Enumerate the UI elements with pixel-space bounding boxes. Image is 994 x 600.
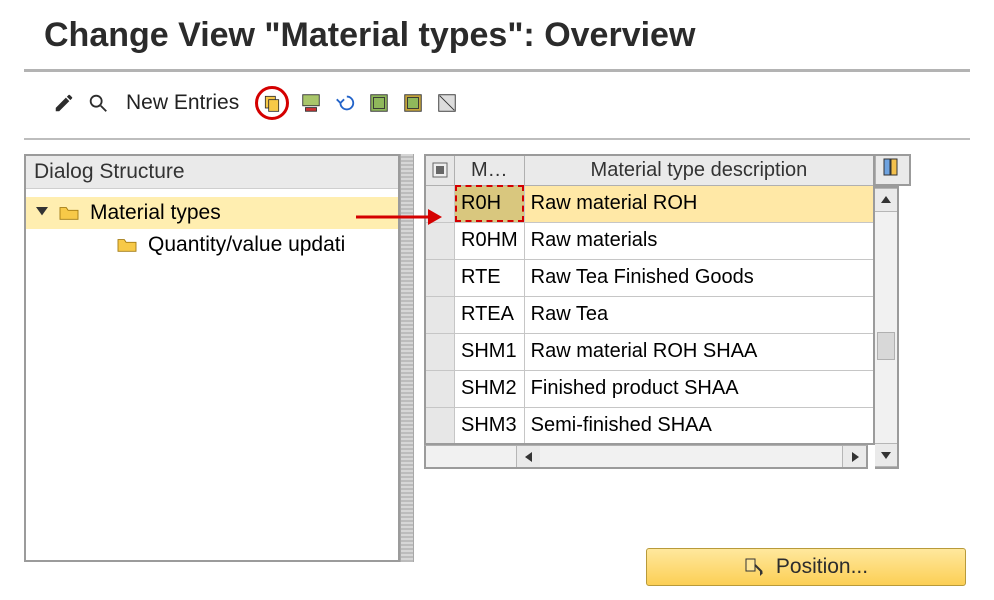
row-selector[interactable]	[425, 407, 455, 444]
cell-mtype-code[interactable]: R0HM	[455, 222, 525, 259]
horizontal-scrollbar[interactable]	[424, 445, 868, 469]
row-selector[interactable]	[425, 259, 455, 296]
table-row[interactable]: R0HRaw material ROH	[425, 185, 874, 222]
row-selector[interactable]	[425, 185, 455, 222]
position-icon	[744, 557, 764, 577]
scroll-left-button[interactable]	[516, 446, 540, 467]
deselect-all-icon	[436, 92, 458, 114]
tree-item-quantity-value[interactable]: Quantity/value updati	[26, 229, 398, 261]
configure-columns-button[interactable]	[876, 155, 910, 185]
undo-button[interactable]	[333, 91, 357, 115]
folder-open-icon	[58, 204, 80, 222]
select-block-button[interactable]	[401, 91, 425, 115]
select-block-icon	[402, 92, 424, 114]
scroll-down-button[interactable]	[875, 443, 897, 467]
column-header-code[interactable]: M…	[455, 155, 525, 185]
select-all-button[interactable]	[367, 91, 391, 115]
select-all-rows-header[interactable]	[425, 155, 455, 185]
tree-item-label: Quantity/value updati	[148, 233, 345, 257]
tree-item-label: Material types	[90, 201, 221, 225]
folder-icon	[116, 236, 138, 254]
position-button[interactable]: Position...	[646, 548, 966, 586]
triangle-up-icon	[881, 195, 891, 205]
hscroll-track[interactable]	[540, 446, 842, 467]
magnifier-icon	[87, 92, 109, 114]
row-selector[interactable]	[425, 370, 455, 407]
vscroll-thumb[interactable]	[877, 332, 895, 360]
details-button[interactable]	[86, 91, 110, 115]
cell-mtype-code[interactable]: SHM1	[455, 333, 525, 370]
scroll-up-button[interactable]	[875, 188, 897, 212]
splitter[interactable]	[400, 154, 414, 562]
cell-mtype-code[interactable]: R0H	[455, 185, 525, 222]
column-header-description[interactable]: Material type description	[524, 155, 874, 185]
configure-columns-icon	[883, 158, 901, 176]
cell-mtype-description[interactable]: Finished product SHAA	[524, 370, 874, 407]
toggle-display-change-button[interactable]	[52, 91, 76, 115]
table-row[interactable]: R0HMRaw materials	[425, 222, 874, 259]
tree-item-material-types[interactable]: Material types	[26, 197, 398, 229]
annotation-copy-highlight	[255, 86, 289, 120]
dialog-structure-panel: Dialog Structure Material types Quantity…	[24, 154, 400, 562]
cell-mtype-description[interactable]: Raw Tea Finished Goods	[524, 259, 874, 296]
pencil-glasses-icon	[53, 92, 75, 114]
vscroll-track[interactable]	[875, 212, 897, 443]
cell-mtype-description[interactable]: Raw material ROH SHAA	[524, 333, 874, 370]
row-selector[interactable]	[425, 333, 455, 370]
collapse-icon[interactable]	[36, 207, 48, 219]
delete-row-icon	[300, 92, 322, 114]
select-all-icon	[368, 92, 390, 114]
table-row[interactable]: SHM3Semi-finished SHAA	[425, 407, 874, 444]
table-row[interactable]: RTERaw Tea Finished Goods	[425, 259, 874, 296]
page-title: Change View "Material types": Overview	[0, 0, 994, 59]
cell-mtype-code[interactable]: SHM2	[455, 370, 525, 407]
content-area: Dialog Structure Material types Quantity…	[0, 154, 994, 594]
cell-mtype-code[interactable]: RTE	[455, 259, 525, 296]
cell-mtype-description[interactable]: Semi-finished SHAA	[524, 407, 874, 444]
undo-icon	[334, 92, 356, 114]
material-types-table: M… Material type description R0HRaw mate…	[424, 154, 875, 445]
delete-button[interactable]	[299, 91, 323, 115]
vertical-scrollbar[interactable]	[875, 186, 899, 469]
material-types-table-panel: M… Material type description R0HRaw mate…	[414, 154, 911, 469]
toolbar: New Entries	[0, 72, 994, 138]
cell-mtype-code[interactable]: SHM3	[455, 407, 525, 444]
triangle-left-icon	[524, 452, 534, 462]
dialog-structure-tree: Material types Quantity/value updati	[26, 189, 398, 261]
toolbar-separator	[24, 138, 970, 140]
scroll-right-button[interactable]	[842, 446, 866, 467]
new-entries-button[interactable]: New Entries	[120, 91, 245, 115]
row-selector[interactable]	[425, 222, 455, 259]
triangle-right-icon	[850, 452, 860, 462]
copy-icon	[262, 93, 282, 113]
row-selector[interactable]	[425, 296, 455, 333]
table-select-icon	[432, 162, 448, 178]
cell-mtype-code[interactable]: RTEA	[455, 296, 525, 333]
copy-as-button[interactable]	[260, 91, 284, 115]
table-row[interactable]: SHM2Finished product SHAA	[425, 370, 874, 407]
cell-mtype-description[interactable]: Raw Tea	[524, 296, 874, 333]
position-button-label: Position...	[776, 555, 868, 579]
triangle-down-icon	[881, 450, 891, 460]
dialog-structure-header: Dialog Structure	[26, 156, 398, 189]
table-row[interactable]: SHM1Raw material ROH SHAA	[425, 333, 874, 370]
deselect-all-button[interactable]	[435, 91, 459, 115]
table-row[interactable]: RTEARaw Tea	[425, 296, 874, 333]
cell-mtype-description[interactable]: Raw material ROH	[524, 185, 874, 222]
cell-mtype-description[interactable]: Raw materials	[524, 222, 874, 259]
